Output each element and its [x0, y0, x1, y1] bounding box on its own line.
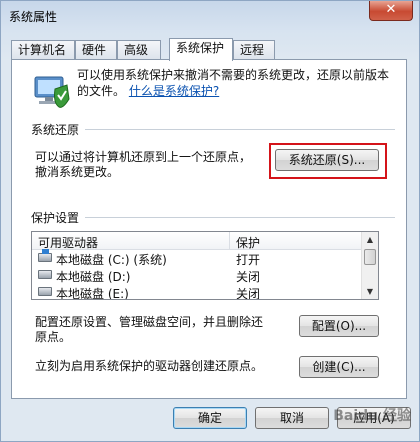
table-row[interactable]: 本地磁盘 (C:) (系统) 打开: [32, 249, 364, 267]
configure-description-line1: 配置还原设置、管理磁盘空间，并且删除还: [35, 315, 264, 329]
protection-status: 关闭: [236, 270, 261, 284]
table-row[interactable]: 本地磁盘 (D:) 关闭: [32, 267, 364, 284]
tab-hardware[interactable]: 硬件: [75, 40, 117, 59]
drive-icon: [38, 270, 52, 279]
cancel-button[interactable]: 取消: [255, 407, 329, 429]
protection-status: 关闭: [236, 287, 261, 300]
configure-button[interactable]: 配置(O)...: [299, 315, 379, 337]
scroll-thumb[interactable]: [364, 249, 376, 265]
system-restore-button[interactable]: 系统还原(S)...: [275, 149, 379, 171]
column-header-protection[interactable]: 保护: [236, 234, 260, 251]
what-is-system-protection-link[interactable]: 什么是系统保护?: [129, 84, 219, 98]
restore-description-line2: 撤消系统更改。: [35, 165, 120, 179]
vertical-scrollbar[interactable]: ▲ ▼: [361, 232, 378, 299]
tab-system-protection[interactable]: 系统保护: [169, 38, 233, 61]
table-row[interactable]: 本地磁盘 (E:) 关闭: [32, 284, 364, 300]
section-divider: [85, 129, 395, 130]
table-header: 可用驱动器 保护: [32, 232, 364, 250]
restore-description-line1: 可以通过将计算机还原到上一个还原点，: [35, 150, 252, 164]
scroll-down-arrow-icon[interactable]: ▼: [362, 284, 378, 299]
system-drive-icon: [38, 249, 52, 262]
drive-protection-table: 可用驱动器 保护 本地磁盘 (C:) (系统) 打开 本地磁盘 (D:) 关闭 …: [31, 231, 379, 300]
section-divider: [85, 217, 395, 218]
intro-text-block: 可以使用系统保护来撤消不需要的系统更改，还原以前版本的文件。 什么是系统保护?: [77, 67, 397, 99]
window-title: 系统属性: [9, 10, 58, 24]
protection-status: 打开: [236, 253, 261, 267]
column-separator: [229, 232, 230, 249]
title-bar[interactable]: 系统属性 ✕: [1, 1, 419, 31]
drive-name: 本地磁盘 (E:): [56, 287, 129, 300]
tab-advanced[interactable]: 高级: [117, 40, 161, 59]
intro-text: 可以使用系统保护来撤消不需要的系统更改，还原以前版本的文件。: [77, 68, 390, 98]
drive-name: 本地磁盘 (C:) (系统): [56, 253, 167, 267]
configure-description-line2: 原点。: [35, 330, 72, 344]
system-restore-section-label: 系统还原: [31, 123, 80, 137]
system-properties-window: 系统属性 ✕ 计算机名 硬件 高级 系统保护 远程 可以使用系统保护来撤消不需要…: [0, 0, 420, 442]
watermark: Baidu 经验: [333, 408, 411, 424]
system-protection-icon: [34, 76, 70, 108]
scroll-up-arrow-icon[interactable]: ▲: [362, 232, 378, 247]
drive-name: 本地磁盘 (D:): [56, 270, 131, 284]
close-button[interactable]: ✕: [369, 1, 413, 21]
tab-remote[interactable]: 远程: [233, 40, 275, 59]
ok-button[interactable]: 确定: [173, 407, 247, 429]
drive-icon: [38, 287, 52, 296]
create-button[interactable]: 创建(C)...: [299, 356, 379, 378]
tab-computer-name[interactable]: 计算机名: [11, 40, 75, 59]
create-description: 立刻为启用系统保护的驱动器创建还原点。: [35, 359, 264, 373]
protection-settings-section-label: 保护设置: [31, 211, 80, 225]
